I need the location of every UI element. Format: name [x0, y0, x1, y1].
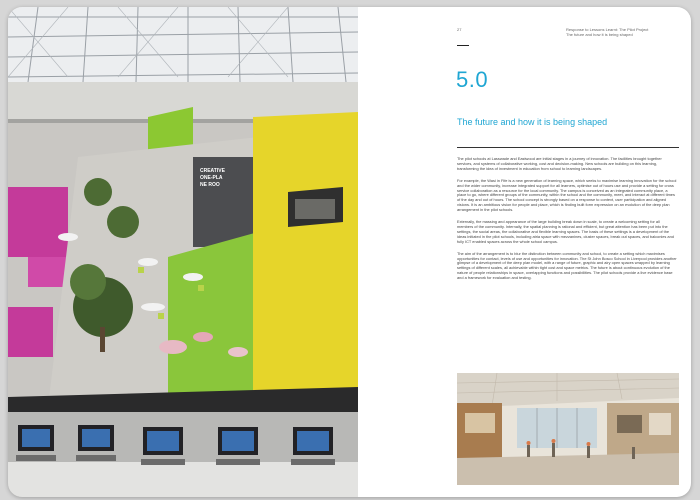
title-rule: [457, 147, 679, 148]
number-rule: [457, 45, 469, 46]
page-number: 27: [457, 27, 462, 32]
book-spread: CREATIVE ONE-PLA NE ROO 27 Response to L…: [8, 7, 691, 497]
paragraph: For example, the Wasi in Fife is a new g…: [457, 177, 677, 213]
atrium-photo: CREATIVE ONE-PLA NE ROO: [8, 7, 358, 497]
running-head: Response to Lessons Learnt: The Pilot Pr…: [566, 27, 676, 37]
sign-line-3: NE ROO: [200, 182, 220, 188]
section-title: The future and how it is being shaped: [457, 117, 608, 127]
paragraph: The aim of the arrangement is to blur th…: [457, 250, 677, 281]
body-text: The pilot schools at Lasswade and Eastwo…: [457, 156, 677, 288]
inset-rendering: [457, 373, 679, 485]
paragraph: Externally, the massing and appearance o…: [457, 219, 674, 244]
sign-line-1: CREATIVE: [200, 168, 226, 174]
paragraph: The pilot schools at Lasswade and Eastwo…: [457, 156, 662, 171]
sign-line-2: ONE-PLA: [200, 175, 223, 181]
running-head-line-2: The future and how it is being shaped: [566, 32, 633, 37]
text-page: 27 Response to Lessons Learnt: The Pilot…: [358, 7, 691, 497]
section-number: 5.0: [456, 67, 489, 92]
